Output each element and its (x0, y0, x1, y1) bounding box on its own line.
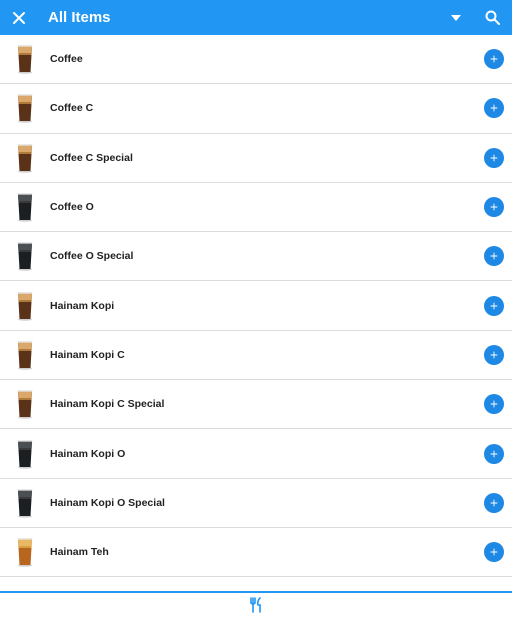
item-name: Coffee (50, 53, 83, 66)
plus-icon (490, 351, 498, 359)
list-item[interactable]: Hainam Kopi (0, 281, 512, 331)
plus-icon (490, 302, 498, 310)
list-item[interactable]: Coffee O (0, 182, 512, 233)
item-name: Hainam Kopi C (50, 348, 125, 361)
plus-icon (490, 450, 498, 457)
drink-thumbnail (0, 281, 50, 330)
drink-thumbnail (0, 380, 50, 429)
plus-icon (490, 55, 498, 63)
drink-thumbnail (0, 528, 50, 577)
category-dropdown-button[interactable] (438, 0, 474, 35)
list-item[interactable]: Hainam Teh (0, 527, 512, 578)
plus-icon (490, 104, 498, 112)
add-item-button[interactable] (484, 344, 504, 365)
scroll-edge (512, 0, 520, 621)
list-item[interactable]: Coffee O Special (0, 232, 512, 282)
list-item[interactable]: Coffee (0, 35, 512, 85)
add-item-button[interactable] (484, 197, 504, 218)
drink-thumbnail (0, 35, 50, 84)
search-button[interactable] (474, 0, 510, 35)
close-button[interactable] (1, 0, 37, 35)
item-name: Hainam Kopi O Special (50, 496, 165, 509)
list-item[interactable]: Hainam Kopi O Special (0, 478, 512, 528)
item-name: Coffee O Special (50, 250, 134, 263)
drink-thumbnail (0, 133, 50, 182)
item-name: Hainam Kopi C Special (50, 398, 165, 411)
item-name: Coffee C Special (50, 151, 133, 164)
add-item-button[interactable] (484, 443, 504, 464)
plus-icon (490, 252, 498, 260)
plus-icon (490, 154, 498, 162)
drink-thumbnail (0, 330, 50, 379)
add-item-button[interactable] (484, 394, 504, 415)
dropdown-arrow-icon (451, 14, 461, 21)
bottom-nav (0, 591, 512, 621)
close-icon (13, 11, 25, 24)
add-item-button[interactable] (484, 49, 504, 70)
add-item-button[interactable] (484, 492, 504, 513)
page-title: All Items (48, 9, 111, 26)
item-name: Coffee O (50, 201, 94, 214)
drink-thumbnail (0, 183, 50, 232)
plus-icon (490, 400, 498, 408)
add-item-button[interactable] (484, 542, 504, 563)
add-item-button[interactable] (484, 147, 504, 168)
drink-thumbnail (0, 232, 50, 281)
drink-thumbnail (0, 478, 50, 527)
item-list[interactable]: Coffee Coffee C Coffee C Special Coffee O Co… (0, 35, 512, 591)
search-icon (485, 10, 500, 25)
app-bar: All Items (0, 0, 512, 35)
plus-icon (490, 499, 498, 507)
add-item-button[interactable] (484, 98, 504, 119)
drink-thumbnail (0, 84, 50, 133)
item-name: Hainam Teh (50, 546, 109, 559)
list-item[interactable]: Coffee C (0, 84, 512, 134)
item-name: Coffee C (50, 102, 94, 115)
drink-thumbnail (0, 429, 50, 478)
item-name: Hainam Kopi (50, 299, 115, 312)
add-item-button[interactable] (484, 246, 504, 267)
list-item[interactable]: Hainam Kopi C Special (0, 380, 512, 430)
plus-icon (490, 203, 498, 211)
list-item[interactable]: Coffee C Special (0, 133, 512, 183)
add-item-button[interactable] (484, 295, 504, 316)
list-item[interactable]: Hainam Kopi O (0, 429, 512, 479)
list-item[interactable]: Hainam Kopi C (0, 330, 512, 381)
item-name: Hainam Kopi O (50, 447, 126, 460)
plus-icon (490, 548, 498, 556)
utensils-icon[interactable] (248, 596, 264, 618)
